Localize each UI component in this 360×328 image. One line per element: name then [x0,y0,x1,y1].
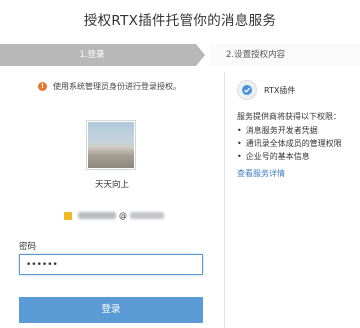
permission-item: 企业号的基本信息 [237,150,342,163]
service-details-link[interactable]: 查看服务详情 [237,168,285,179]
login-button[interactable]: 登录 [19,297,203,323]
password-label: 密码 [19,242,37,252]
plugin-logo-icon [237,80,257,100]
warning-icon: ! [38,82,47,91]
redacted-account-name [78,212,116,219]
step-login: 1.登录 [0,44,196,66]
permission-item: 通讯录全体成员的管理权限 [237,137,342,150]
step-arrow [196,44,205,66]
plugin-info: RTX插件 [237,80,295,100]
avatar [86,120,136,170]
column-divider [224,72,225,328]
progress-steps: 1.登录 2.设置授权内容 [0,44,360,66]
permissions-title: 服务提供商将获得以下权限： [237,112,341,121]
notice-text: 使用系统管理员身份进行登录授权。 [53,82,181,91]
account-at-sign: @ [119,211,127,220]
plugin-name: RTX插件 [264,85,296,95]
avatar-image [88,122,134,168]
login-notice: ! 使用系统管理员身份进行登录授权。 [38,81,181,92]
account-row: @ [64,211,164,220]
redacted-account-domain [130,212,164,219]
permissions-list: 消息服务开发者凭据 通讯录全体成员的管理权限 企业号的基本信息 [237,124,342,163]
permission-item: 消息服务开发者凭据 [237,124,342,137]
page-title: 授权RTX插件托管你的消息服务 [83,13,277,29]
user-display-name: 天天向上 [94,180,129,190]
step-set-permissions: 2.设置授权内容 [210,44,360,66]
account-icon [64,211,72,220]
password-field[interactable] [19,254,203,275]
